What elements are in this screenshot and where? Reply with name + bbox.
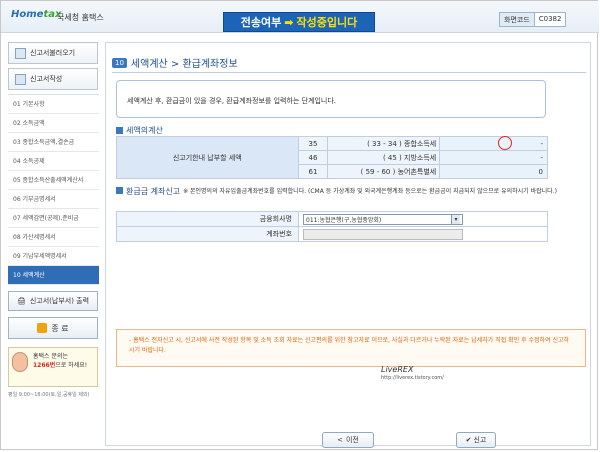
watermark-text: LiveREX — [381, 365, 414, 374]
submit-label: 신고 — [473, 436, 487, 444]
power-icon — [37, 323, 48, 333]
print-return-button[interactable]: 🖨 신고서(납부서) 출력 — [8, 291, 98, 311]
status-label: 전송여부 — [240, 16, 282, 29]
table-row: 금융회사명 011:농협은행(구,농협중앙회) ▾ — [116, 211, 548, 227]
sidebar-item-tax-reduction[interactable]: 07 세액감면(공제),준비금 — [8, 209, 99, 228]
tax-row-no: 35 — [297, 136, 329, 151]
screen-code-label: 화면코드 — [500, 13, 535, 26]
app-window: Hometax 국세청 홈택스 전송여부 ➡ 작성중입니다 화면코드 C0382… — [0, 0, 599, 450]
help-text: 홈택스 문의는 1266번으로 하세요! — [33, 352, 93, 370]
refund-section-label: 환급금 계좌신고 — [126, 187, 181, 196]
highlight-circle — [498, 136, 512, 150]
bank-select-value: 011:농협은행(구,농협중앙회) — [306, 216, 382, 224]
sidebar-item-basic-info[interactable]: 01 기본사항 — [8, 95, 99, 114]
notice-box: - 홈택스 전자신고 시, 신고서에 사전 작성된 항목 및 소득 조회 자료는… — [116, 329, 586, 367]
table-row: 신고기한내 납부할 세액 35 ( 33 - 34 ) 종합소득세 - — [116, 136, 548, 179]
help-number: 1266번 — [33, 362, 56, 369]
submit-button[interactable]: ✔ 신고 — [456, 432, 496, 448]
arrow-right-icon: ➡ — [284, 15, 294, 29]
pencil-icon — [15, 73, 26, 85]
prev-button[interactable]: < 이전 — [322, 432, 374, 448]
tax-row-label: ( 33 - 34 ) 종합소득세 — [327, 136, 441, 151]
bank-table: 금융회사명 011:농협은행(구,농협중앙회) ▾ 계좌번호 — [116, 211, 548, 242]
folder-icon — [15, 47, 26, 59]
bank-label: 금융회사명 — [116, 211, 299, 227]
screen-code-value: C0382 — [538, 15, 562, 23]
tax-section-title: 세액의계산 — [116, 125, 163, 136]
main-panel: 10 세액계산 > 환급계좌정보 세액계산 후, 환급금이 있을 경우, 환급계… — [105, 42, 591, 448]
sidebar-item-total-income-loss[interactable]: 03 종합소득금액,결손금 — [8, 133, 99, 152]
header-bar: Hometax 국세청 홈택스 전송여부 ➡ 작성중입니다 화면코드 C0382 — [1, 1, 599, 33]
end-label: 종 료 — [51, 323, 69, 333]
sidebar-item-donation-statement[interactable]: 06 기부금명세서 — [8, 190, 99, 209]
sidebar-item-tax-calc-statement[interactable]: 05 종합소득산출세액계산서 — [8, 171, 99, 190]
section-bullet-icon — [116, 187, 123, 194]
tax-table: 신고기한내 납부할 세액 35 ( 33 - 34 ) 종합소득세 - 46 (… — [116, 136, 548, 179]
screen-code: 화면코드 C0382 — [499, 12, 567, 27]
refund-note: ※ 본인명의의 자유입출금계좌번호를 입력합니다. (CMA 등 가상계좌 및 … — [183, 188, 557, 195]
help-box: 홈택스 문의는 1266번으로 하세요! — [8, 347, 98, 387]
hometax-logo[interactable]: Hometax — [11, 9, 61, 20]
status-value: 작성중입니다 — [296, 16, 358, 29]
bank-cell: 011:농협은행(구,농협중앙회) ▾ — [298, 211, 548, 227]
prev-label: 이전 — [345, 436, 359, 444]
tax-row-value: - — [439, 136, 548, 151]
table-row: 계좌번호 — [116, 226, 548, 242]
tax-row-no: 61 — [297, 164, 329, 179]
status-banner: 전송여부 ➡ 작성중입니다 — [223, 12, 375, 32]
page-title-number: 10 — [112, 57, 127, 68]
refund-section-title: 환급금 계좌신고 ※ 본인명의의 자유입출금계좌번호를 입력합니다. (CMA … — [116, 186, 582, 197]
step-list: 01 기본사항 02 소득금액 03 종합소득금액,결손금 04 소득공제 05… — [8, 94, 99, 285]
sidebar-item-prepaid-tax[interactable]: 09 기납부세액명세서 — [8, 247, 99, 266]
watermark: LiveREX http://liverex.tistory.com/ — [381, 365, 444, 381]
bank-select[interactable]: 011:농협은행(구,농협중앙회) ▾ — [303, 213, 463, 225]
site-subtitle: 국세청 홈택스 — [57, 13, 104, 22]
tax-row-value: 0 — [439, 164, 548, 179]
account-number-input[interactable] — [303, 228, 463, 240]
tax-row-value: - — [439, 150, 548, 165]
end-button[interactable]: 종 료 — [8, 317, 98, 339]
info-box: 세액계산 후, 환급금이 있을 경우, 환급계좌정보를 입력하는 단계입니다. — [116, 80, 546, 118]
load-return-button[interactable]: 신고서불러오기 — [8, 42, 98, 64]
page-title: 10 세액계산 > 환급계좌정보 — [112, 55, 238, 70]
printer-icon: 🖨 — [16, 297, 26, 305]
chevron-down-icon: ▾ — [451, 214, 460, 224]
page-title-text: 세액계산 > 환급계좌정보 — [130, 59, 238, 70]
tax-section-label: 세액의계산 — [126, 126, 163, 135]
sidebar-item-income-amount[interactable]: 02 소득금액 — [8, 114, 99, 133]
help-avatar — [12, 352, 28, 372]
help-line1: 홈택스 문의는 — [33, 353, 69, 360]
sidebar: 신고서불러오기 신고서작성 01 기본사항 02 소득금액 03 종합소득금액,… — [8, 42, 99, 446]
section-bullet-icon — [116, 127, 123, 134]
logo-home-text: Home — [11, 9, 44, 20]
sidebar-item-income-deduction[interactable]: 04 소득공제 — [8, 152, 99, 171]
tax-row-label: ( 59 - 60 ) 농어촌특별세 — [327, 164, 441, 179]
print-return-label: 신고서(납부서) 출력 — [29, 297, 90, 305]
submit-icon: ✔ — [465, 436, 472, 444]
help-hours: 평일 9:00~18:00(토,일,공휴일 제외) — [8, 392, 90, 398]
title-divider — [112, 72, 586, 73]
watermark-url: http://liverex.tistory.com/ — [381, 375, 444, 381]
sidebar-item-penalty-statement[interactable]: 08 가산세명세서 — [8, 228, 99, 247]
help-line2: 으로 하세요! — [55, 362, 88, 369]
write-return-label: 신고서작성 — [30, 75, 63, 83]
tax-row-label: ( 45 ) 지방소득세 — [327, 150, 441, 165]
write-return-button[interactable]: 신고서작성 — [8, 68, 98, 90]
account-label: 계좌번호 — [116, 226, 299, 242]
load-return-label: 신고서불러오기 — [30, 49, 76, 57]
chevron-left-icon: < — [337, 436, 343, 444]
tax-head-cell: 신고기한내 납부할 세액 — [116, 136, 299, 179]
sidebar-item-tax-calculation[interactable]: 10 세액계산 — [8, 266, 99, 285]
tax-row-no: 46 — [297, 150, 329, 165]
account-cell — [298, 226, 548, 242]
